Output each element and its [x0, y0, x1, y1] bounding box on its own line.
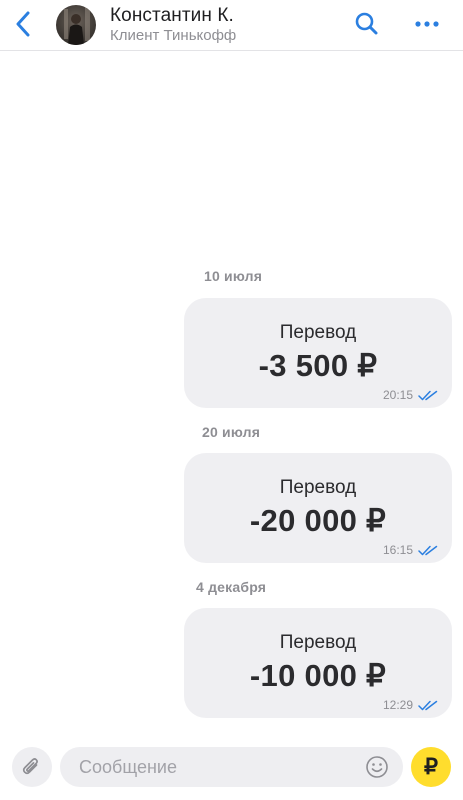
contact-subtitle: Клиент Тинькофф [110, 27, 237, 44]
message-time: 12:29 [382, 698, 413, 712]
more-dots-icon [415, 21, 439, 27]
message-composer: ₽ [0, 738, 463, 800]
date-separator: 20 июля [202, 424, 261, 440]
paperclip-icon [22, 758, 38, 775]
transfer-money-button[interactable]: ₽ [411, 747, 451, 787]
chevron-left-icon [16, 11, 30, 37]
date-separator: 10 июля [204, 268, 263, 284]
more-button[interactable] [412, 12, 442, 36]
message-input[interactable] [60, 747, 403, 787]
chat-header: Константин К. Клиент Тинькофф [0, 0, 463, 51]
search-icon [355, 12, 378, 35]
contact-name[interactable]: Константин К. [110, 5, 234, 27]
message-time: 16:15 [382, 543, 413, 557]
message-meta: 20:15 [383, 388, 438, 402]
transfer-title: Перевод [279, 477, 357, 498]
double-check-icon [418, 545, 438, 555]
smiley-icon [366, 756, 388, 778]
double-check-icon [418, 390, 438, 400]
attach-button[interactable] [12, 747, 52, 787]
transfer-message[interactable]: Перевод -20 000 ₽ 16:15 [184, 453, 452, 563]
search-button[interactable] [354, 11, 380, 37]
message-time: 20:15 [382, 388, 413, 402]
avatar[interactable] [56, 5, 96, 45]
chat-screen: Константин К. Клиент Тинькофф 10 июля Пе… [0, 0, 463, 800]
transfer-message[interactable]: Перевод -10 000 ₽ 12:29 [184, 608, 452, 718]
date-separator: 4 декабря [196, 579, 267, 595]
transfer-title: Перевод [279, 632, 357, 653]
transfer-amount: -10 000 ₽ [249, 658, 387, 693]
double-check-icon [418, 700, 438, 710]
message-meta: 12:29 [383, 698, 438, 712]
ruble-icon: ₽ [424, 754, 438, 779]
transfer-amount: -3 500 ₽ [258, 348, 378, 383]
transfer-title: Перевод [279, 322, 357, 343]
back-button[interactable] [8, 7, 38, 41]
emoji-button[interactable] [365, 755, 389, 779]
message-meta: 16:15 [383, 543, 438, 557]
transfer-message[interactable]: Перевод -3 500 ₽ 20:15 [184, 298, 452, 408]
transfer-amount: -20 000 ₽ [249, 503, 387, 538]
